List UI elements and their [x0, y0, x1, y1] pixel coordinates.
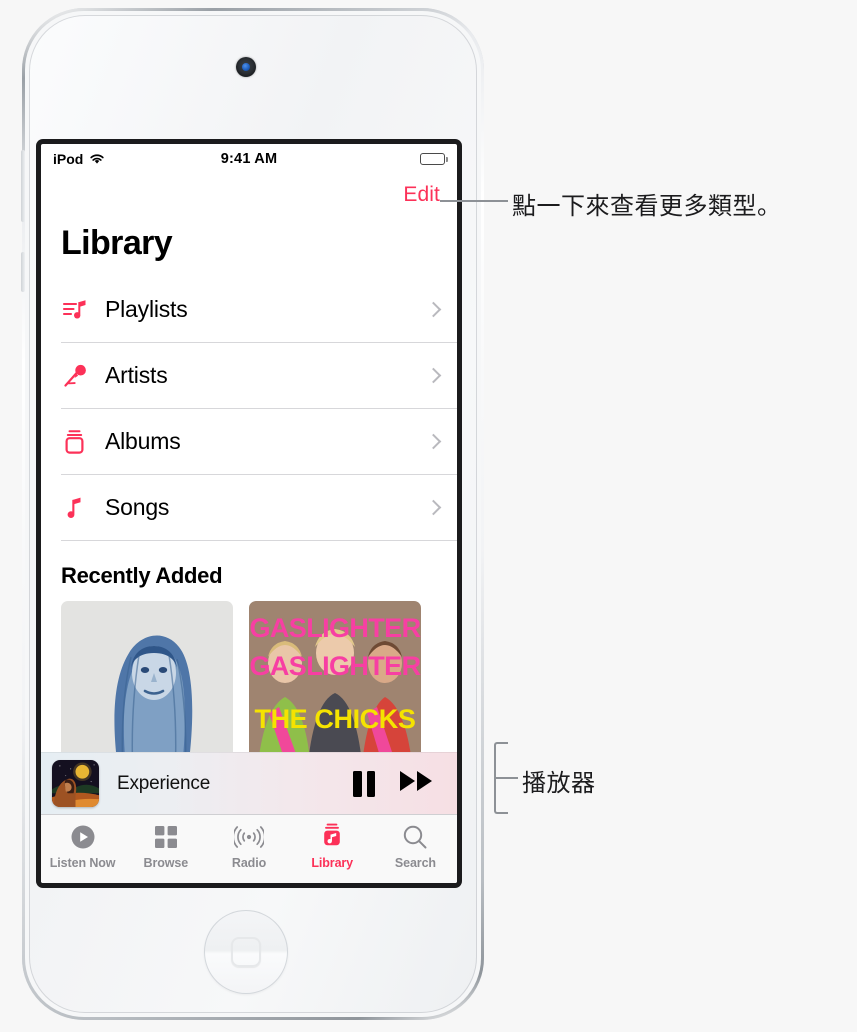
- albums-stack-icon: [61, 428, 105, 456]
- callout-label-player: 播放器: [522, 769, 596, 797]
- album-artwork-gaslighter[interactable]: GASLIGHTER GASLIGHTER THE CHICKS: [249, 601, 421, 773]
- tab-listen-now[interactable]: Listen Now: [41, 822, 124, 870]
- library-box-icon: [319, 822, 345, 852]
- chevron-right-icon: [425, 433, 442, 450]
- svg-text:GASLIGHTER: GASLIGHTER: [249, 613, 420, 643]
- grid-squares-icon: [154, 822, 178, 852]
- callout-leader-line-edit: [440, 200, 508, 202]
- library-row-label: Playlists: [105, 296, 188, 322]
- page-title: Library: [61, 224, 173, 262]
- screen-bezel: iPod 9:41 AM Edit Library Playlists Arti…: [36, 139, 462, 888]
- library-row-label: Artists: [105, 362, 168, 388]
- library-row-artists[interactable]: Artists: [61, 343, 457, 409]
- playlist-note-icon: [61, 296, 105, 324]
- tab-radio[interactable]: Radio: [207, 822, 290, 870]
- fast-forward-icon: [399, 769, 435, 798]
- tab-library[interactable]: Library: [291, 822, 374, 870]
- svg-text:GASLIGHTER: GASLIGHTER: [249, 651, 420, 681]
- svg-text:THE CHICKS: THE CHICKS: [254, 704, 415, 734]
- library-row-songs[interactable]: Songs: [61, 475, 457, 541]
- status-bar: iPod 9:41 AM: [41, 144, 457, 174]
- library-row-label: Albums: [105, 428, 181, 454]
- volume-up-button[interactable]: [21, 150, 25, 222]
- tab-label: Library: [311, 856, 354, 870]
- home-button-square-icon: [231, 937, 261, 967]
- volume-down-button[interactable]: [21, 252, 25, 292]
- library-row-label: Songs: [105, 494, 170, 520]
- chevron-right-icon: [425, 367, 442, 384]
- recently-added-heading: Recently Added: [61, 563, 223, 588]
- navigation-bar: Edit: [41, 174, 457, 216]
- magnifier-icon: [402, 822, 428, 852]
- home-button[interactable]: [204, 910, 288, 994]
- now-playing-bar[interactable]: Experience: [41, 752, 457, 814]
- status-bar-right: [420, 153, 448, 165]
- library-row-albums[interactable]: Albums: [61, 409, 457, 475]
- album-artwork-blue-portrait[interactable]: [61, 601, 233, 773]
- device-screen: iPod 9:41 AM Edit Library Playlists Arti…: [41, 144, 457, 883]
- play-circle-icon: [70, 822, 96, 852]
- status-bar-clock: 9:41 AM: [220, 151, 278, 167]
- screenshot-stage: iPod 9:41 AM Edit Library Playlists Arti…: [0, 0, 857, 1032]
- front-camera-icon: [236, 57, 256, 77]
- tab-search[interactable]: Search: [374, 822, 457, 870]
- radio-waves-icon: [234, 822, 264, 852]
- tab-browse[interactable]: Browse: [124, 822, 207, 870]
- pause-icon: [353, 770, 375, 797]
- library-category-list: Playlists Artists Albums Songs: [41, 277, 457, 541]
- callout-leader-line-player: [494, 777, 518, 779]
- tab-label: Search: [394, 856, 436, 870]
- chevron-right-icon: [425, 499, 442, 516]
- battery-full-icon: [420, 153, 448, 165]
- callout-label-edit: 點一下來查看更多類型。: [512, 192, 782, 220]
- music-note-icon: [61, 494, 105, 522]
- edit-button[interactable]: Edit: [403, 183, 440, 207]
- chevron-right-icon: [425, 301, 442, 318]
- recently-added-row: GASLIGHTER GASLIGHTER THE CHICKS: [41, 601, 457, 773]
- tab-label: Browse: [143, 856, 189, 870]
- tab-label: Listen Now: [49, 856, 116, 870]
- album-artwork-night-moon: [52, 760, 99, 807]
- tab-label: Radio: [231, 856, 267, 870]
- library-row-playlists[interactable]: Playlists: [61, 277, 457, 343]
- tab-bar: Listen Now Browse Radio Library Search: [41, 814, 457, 883]
- fast-forward-button[interactable]: [399, 769, 435, 798]
- pause-button[interactable]: [353, 770, 375, 797]
- microphone-icon: [61, 362, 105, 390]
- now-playing-title: Experience: [117, 772, 211, 794]
